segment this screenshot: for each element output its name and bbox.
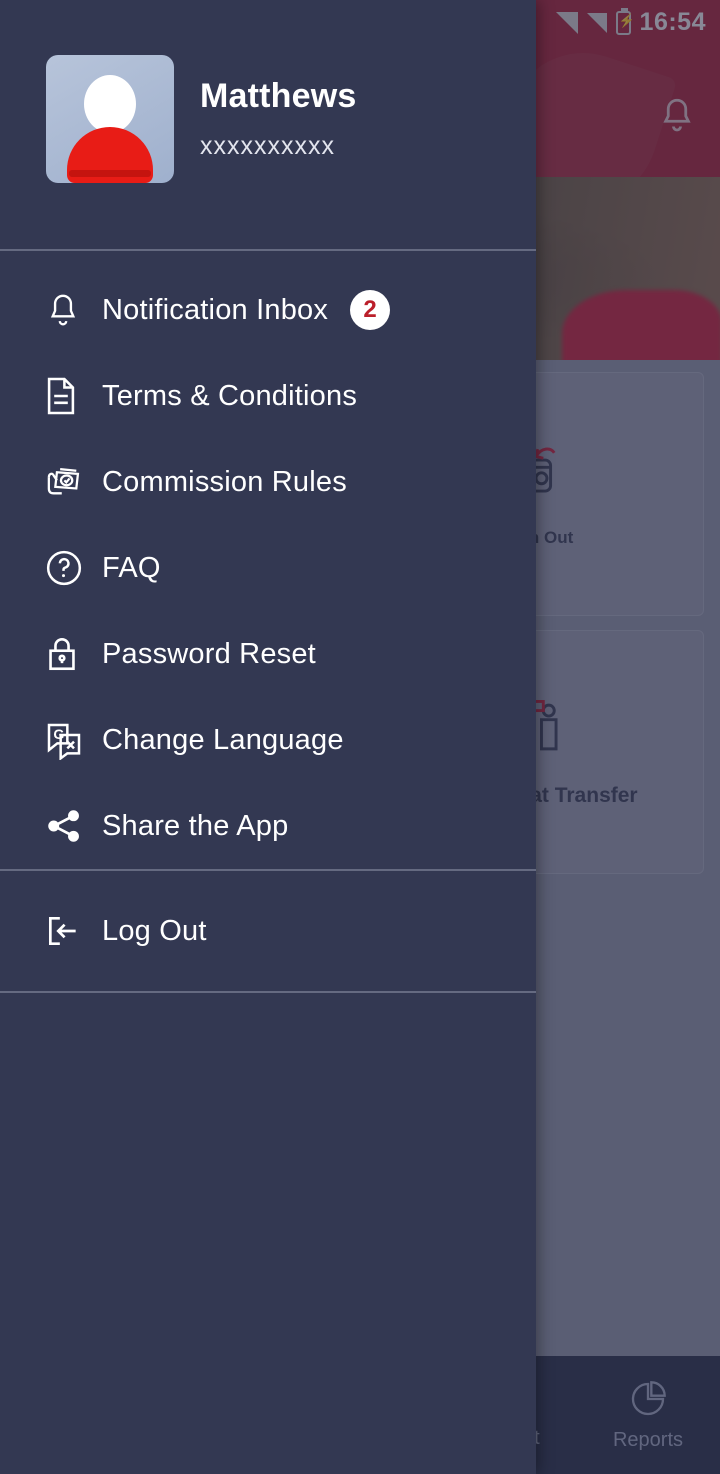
menu-item-password-reset[interactable]: Password Reset: [0, 611, 536, 697]
divider: [0, 869, 536, 871]
profile-text: Matthews xxxxxxxxxx: [200, 77, 357, 161]
menu-item-label: Notification Inbox: [102, 293, 329, 326]
menu-item-label: Share the App: [102, 809, 289, 842]
menu-item-label: Password Reset: [102, 637, 316, 670]
notification-badge: 2: [350, 290, 391, 330]
drawer-menu: Notification Inbox 2 Terms & Conditions: [0, 251, 536, 869]
profile-name: Matthews: [200, 77, 357, 115]
share-icon: [44, 807, 102, 845]
menu-item-label: Log Out: [102, 914, 207, 947]
app-screen: 16:54: [0, 0, 720, 1474]
menu-item-label: Change Language: [102, 723, 344, 756]
drawer-profile-header[interactable]: Matthews xxxxxxxxxx: [0, 0, 536, 183]
divider: [0, 249, 536, 251]
menu-item-notification-inbox[interactable]: Notification Inbox 2: [0, 267, 536, 353]
avatar-head: [84, 75, 136, 133]
logout-icon: [44, 911, 102, 951]
menu-item-share-the-app[interactable]: Share the App: [0, 783, 536, 869]
menu-item-label: FAQ: [102, 551, 161, 584]
bell-icon: [44, 289, 102, 331]
menu-item-log-out[interactable]: Log Out: [0, 871, 536, 991]
menu-item-terms-and-conditions[interactable]: Terms & Conditions: [0, 353, 536, 439]
menu-item-label: Terms & Conditions: [102, 379, 358, 412]
menu-item-faq[interactable]: FAQ: [0, 525, 536, 611]
question-circle-icon: [44, 548, 102, 588]
menu-item-commission-rules[interactable]: Commission Rules: [0, 439, 536, 525]
menu-item-label: Commission Rules: [102, 465, 347, 498]
lock-icon: [44, 633, 102, 675]
divider: [0, 991, 536, 993]
translate-icon: G: [44, 720, 102, 760]
menu-item-change-language[interactable]: G Change Language: [0, 697, 536, 783]
navigation-drawer: Matthews xxxxxxxxxx Notification Inbox 2: [0, 0, 536, 1474]
user-avatar-icon: [46, 55, 174, 183]
avatar-body: [67, 127, 153, 183]
logout-section: Log Out: [0, 871, 536, 991]
profile-msisdn: xxxxxxxxxx: [200, 132, 335, 160]
hand-money-icon: [44, 462, 102, 502]
document-icon: [44, 375, 102, 417]
